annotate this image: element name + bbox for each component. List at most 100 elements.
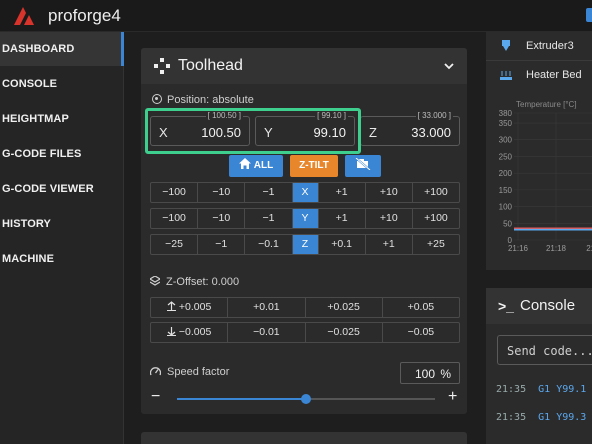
sidebar-item-console[interactable]: CONSOLE — [0, 67, 124, 101]
z-offset-down-row: −0.005 −0.01 −0.025 −0.05 — [150, 322, 460, 343]
speed-decrease-button[interactable]: − — [151, 388, 160, 406]
jog-y-row: −100 −10 −1 Y +1 +10 +100 — [150, 208, 460, 229]
app-title: proforge4 — [48, 6, 121, 25]
jog-x-plus-1[interactable]: +1 — [319, 183, 366, 202]
console-prompt-icon: >_ — [498, 298, 514, 314]
extruder-icon — [502, 40, 510, 51]
temperature-chart: Temperature [°C]380350300250200150100500… — [499, 100, 592, 253]
engine-off-icon — [355, 157, 371, 171]
chart-y-label: Temperature [°C] — [516, 100, 577, 109]
gamepad-icon — [154, 58, 170, 74]
chart-x-tick: 21:16 — [508, 244, 529, 253]
z-offset-up-0-025[interactable]: +0.025 — [306, 298, 383, 317]
z-tilt-button[interactable]: Z-TILT — [290, 155, 338, 177]
z-offset-up-0-05[interactable]: +0.05 — [383, 298, 459, 317]
chart-y-tick: 380 — [499, 109, 513, 118]
z-offset-label: Z-Offset: 0.000 — [148, 275, 240, 288]
jog-z-minus-25[interactable]: −25 — [151, 235, 199, 254]
jog-y-minus-10[interactable]: −10 — [198, 209, 246, 228]
sidebar-item-gcode-viewer[interactable]: G-CODE VIEWER — [0, 172, 124, 206]
sidebar-item-dashboard[interactable]: DASHBOARD — [0, 32, 124, 66]
jog-y-minus-100[interactable]: −100 — [151, 209, 199, 228]
log-time: 21:35 — [496, 384, 527, 395]
chevron-down-icon[interactable] — [443, 60, 455, 72]
console-log-line: 21:35 G1 Y99.1 F — [496, 384, 592, 395]
z-offset-down-0-005-label: −0.005 — [178, 326, 212, 338]
chart-y-tick: 150 — [499, 186, 513, 195]
extruder-row[interactable]: Extruder3 — [486, 32, 592, 60]
jog-z-plus-1[interactable]: +1 — [366, 235, 413, 254]
home-icon — [238, 158, 251, 169]
sidebar: DASHBOARD CONSOLE HEIGHTMAP G-CODE FILES… — [0, 32, 124, 444]
speed-factor-text: Speed factor — [167, 366, 230, 378]
jog-y-plus-10[interactable]: +10 — [366, 209, 413, 228]
z-offset-text: Z-Offset: 0.000 — [166, 276, 240, 288]
jog-x-plus-100[interactable]: +100 — [413, 183, 459, 202]
top-bar: proforge4 — [0, 0, 592, 32]
console-header[interactable]: >_ Console — [486, 288, 592, 324]
jog-z-minus-0-1[interactable]: −0.1 — [245, 235, 293, 254]
z-offset-up-0-01[interactable]: +0.01 — [228, 298, 306, 317]
motors-off-button[interactable] — [345, 155, 381, 177]
jog-z-minus-1[interactable]: −1 — [198, 235, 246, 254]
log-time: 21:35 — [496, 412, 527, 423]
chart-y-tick: 200 — [499, 169, 513, 178]
toolhead-header[interactable]: Toolhead — [141, 48, 467, 84]
speed-increase-button[interactable]: + — [448, 388, 457, 406]
home-z-button[interactable]: Z — [292, 235, 319, 254]
chart-y-tick: 250 — [499, 152, 513, 161]
chart-y-tick: 100 — [499, 203, 513, 212]
home-x-button[interactable]: X — [292, 183, 319, 202]
speed-slider-thumb[interactable] — [301, 394, 311, 404]
console-command-input[interactable]: Send code... — [497, 335, 592, 365]
console-log-line: 21:35 G1 Y99.3 F — [496, 412, 592, 423]
chart-y-tick: 300 — [499, 136, 513, 145]
heater-bed-icon — [500, 71, 512, 80]
chart-y-tick: 350 — [499, 119, 513, 128]
z-offset-down-0-01[interactable]: −0.01 — [228, 323, 306, 342]
z-offset-up-row: +0.005 +0.01 +0.025 +0.05 — [150, 297, 460, 318]
z-offset-down-0-025[interactable]: −0.025 — [306, 323, 383, 342]
speed-factor-label: Speed factor — [149, 366, 230, 378]
jog-y-minus-1[interactable]: −1 — [245, 209, 293, 228]
jog-x-minus-10[interactable]: −10 — [198, 183, 246, 202]
speed-factor-input[interactable]: 100 % — [400, 362, 460, 384]
crosshair-icon — [152, 94, 162, 104]
sidebar-item-history[interactable]: HISTORY — [0, 207, 124, 241]
console-placeholder: Send code... — [507, 344, 592, 358]
z-axis-label: Z — [369, 125, 377, 140]
jog-y-plus-100[interactable]: +100 — [413, 209, 459, 228]
position-text: Position: absolute — [167, 94, 254, 106]
sidebar-item-gcode-files[interactable]: G-CODE FILES — [0, 137, 124, 171]
chart-y-tick: 50 — [503, 219, 512, 228]
jog-y-plus-1[interactable]: +1 — [319, 209, 366, 228]
speed-factor-unit: % — [440, 367, 451, 381]
layers-icon — [148, 275, 162, 286]
app-logo-icon — [14, 7, 34, 25]
z-offset-down-0-005[interactable]: −0.005 — [151, 323, 229, 342]
next-card-header — [141, 432, 467, 444]
home-all-button[interactable]: ALL — [229, 155, 283, 177]
jog-z-plus-25[interactable]: +25 — [413, 235, 459, 254]
top-menu-button[interactable] — [586, 8, 592, 22]
home-y-button[interactable]: Y — [292, 209, 319, 228]
chart-x-tick: 21:2 — [586, 244, 592, 253]
jog-x-plus-10[interactable]: +10 — [366, 183, 413, 202]
speed-slider[interactable] — [177, 394, 435, 404]
heater-bed-row[interactable]: Heater Bed — [486, 60, 592, 88]
sidebar-item-machine[interactable]: MACHINE — [0, 242, 124, 276]
log-command: G1 Y99.1 F — [538, 384, 592, 395]
z-offset-up-0-005[interactable]: +0.005 — [151, 298, 229, 317]
jog-x-minus-1[interactable]: −1 — [245, 183, 293, 202]
z-position-field[interactable]: [ 33.000 ] Z 33.000 — [360, 111, 460, 146]
z-offset-down-0-05[interactable]: −0.05 — [383, 323, 459, 342]
jog-z-plus-0-1[interactable]: +0.1 — [319, 235, 366, 254]
extruder-label: Extruder3 — [526, 40, 574, 52]
jog-x-row: −100 −10 −1 X +1 +10 +100 — [150, 182, 460, 203]
toolhead-title: Toolhead — [178, 57, 243, 74]
jog-x-minus-100[interactable]: −100 — [151, 183, 199, 202]
home-all-label: ALL — [253, 160, 274, 171]
position-label: Position: absolute — [152, 94, 254, 106]
speed-factor-value: 100 — [414, 367, 435, 381]
sidebar-item-heightmap[interactable]: HEIGHTMAP — [0, 102, 124, 136]
